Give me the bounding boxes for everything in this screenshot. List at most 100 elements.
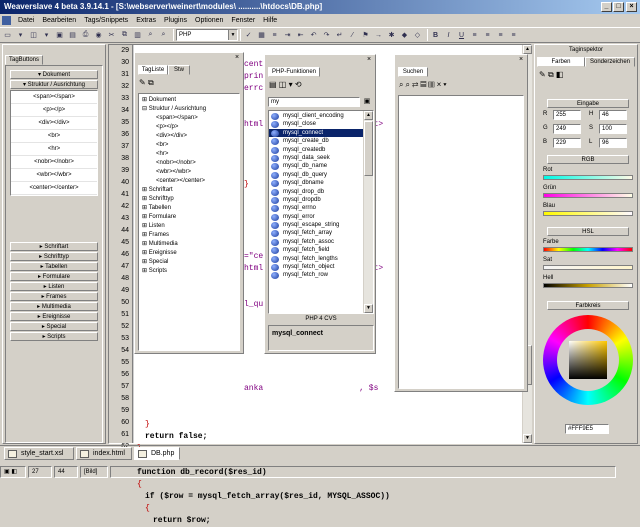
r-input[interactable]: 255 [553,110,581,120]
indent-icon[interactable]: ⇥ [282,30,293,41]
section-schrifttyp[interactable]: ▸ Schrifttyp [10,252,98,261]
align-right-icon[interactable]: ≡ [495,30,506,41]
options-icon[interactable]: ▾ [289,80,293,89]
h-input[interactable]: 46 [599,110,627,120]
copy-icon[interactable]: ⧉ [148,78,154,87]
tag-br-button[interactable]: <br> [11,130,97,143]
undo-icon[interactable]: ↶ [308,30,319,41]
hsl-header[interactable]: HSL [547,227,629,236]
tab-tagliste[interactable]: TagListe [138,65,168,75]
close-icon[interactable]: × [519,56,523,63]
rgb-header[interactable]: RGB [547,155,629,164]
bold-icon[interactable]: B [430,30,441,41]
function-list-item[interactable]: mysql_fetch_assoc [269,238,363,246]
tag-hr-button[interactable]: <hr> [11,143,97,156]
menu-fenster[interactable]: Fenster [227,17,259,24]
align-center-icon[interactable]: ≡ [482,30,493,41]
underline-icon[interactable]: U [456,30,467,41]
function-list-item[interactable]: mysql_fetch_field [269,246,363,255]
language-select[interactable]: PHP ▼ [176,29,238,41]
files-icon[interactable]: ▥ [428,80,436,89]
tag-center-button[interactable]: <center></center> [11,182,97,195]
section-listen[interactable]: ▸ Listen [10,282,98,291]
hue-slider[interactable] [543,247,633,252]
tag-nobr-button[interactable]: <nobr></nobr> [11,156,97,169]
wrap-icon[interactable]: ↵ [334,30,345,41]
tree-node[interactable]: <center></center> [142,177,236,186]
open-folder-icon[interactable]: ◫ [28,30,39,41]
tree-node[interactable]: <p></p> [142,123,236,132]
expand-icon[interactable]: ⊞ [142,223,149,229]
expand-icon[interactable]: ⊞ [142,97,149,103]
function-list-item[interactable]: mysql_drop_db [269,188,363,196]
tree-node[interactable]: ⊞ Multimedia [142,240,236,249]
edit-icon[interactable]: ✎ [139,78,146,87]
tree-node[interactable]: ⊞ Formulare [142,213,236,222]
scroll-up-icon[interactable]: ▲ [364,111,373,120]
scroll-thumb[interactable] [364,121,373,176]
search-results[interactable] [398,95,524,389]
list-icon[interactable]: ≡ [269,30,280,41]
function-list-item[interactable]: mysql_errno [269,204,363,213]
save-all-icon[interactable]: ▤ [67,30,78,41]
tree-node[interactable]: ⊞ Dokument [142,96,236,105]
section-formulare[interactable]: ▸ Formulare [10,272,98,281]
hell-slider[interactable] [543,283,633,288]
section-multimedia[interactable]: ▸ Multimedia [10,302,98,311]
dropdown-icon[interactable]: ▾ [443,80,448,89]
redo-icon[interactable]: ↷ [321,30,332,41]
b-input[interactable]: 229 [553,138,581,148]
chevron-down-icon[interactable]: ▼ [228,30,237,40]
function-list-item[interactable]: mysql_db_name [269,162,363,171]
validate-icon[interactable]: ✓ [243,30,254,41]
function-list-item[interactable]: mysql_client_encoding [269,112,363,120]
section-scripts[interactable]: ▸ Scripts [10,332,98,341]
menu-extras[interactable]: Extras [132,17,160,24]
italic-icon[interactable]: I [443,30,454,41]
find-icon[interactable]: ⌕ [145,30,156,41]
align-left-icon[interactable]: ≡ [469,30,480,41]
tree-node[interactable]: ⊞ Special [142,258,236,267]
tab-stw[interactable]: Stw [168,65,190,75]
expand-icon[interactable]: ⊟ [142,106,149,112]
paste-icon[interactable]: ▥ [132,30,143,41]
close-icon[interactable]: × [367,56,371,63]
menu-optionen[interactable]: Optionen [191,17,227,24]
function-list-item[interactable]: mysql_db_query [269,171,363,179]
function-list-item[interactable]: mysql_close [269,120,363,129]
expand-icon[interactable]: ⊞ [142,205,149,211]
function-list-item[interactable]: mysql_escape_string [269,221,363,230]
function-list[interactable]: mysql_client_encoding mysql_close mysql_co… [269,112,363,280]
comment-icon[interactable]: ⁄ [347,30,358,41]
tree-node[interactable]: ⊞ Frames [142,231,236,240]
s-input[interactable]: 100 [599,124,627,134]
eingabe-header[interactable]: Eingabe [547,99,629,108]
app-icon[interactable] [2,16,11,25]
gruen-slider[interactable] [543,193,633,198]
tree-node[interactable]: ⊟ Struktur / Ausrichtung [142,105,236,114]
color-wheel[interactable] [543,315,633,405]
dropdown-icon[interactable]: ▾ [41,30,52,41]
function-list-item[interactable]: mysql_data_seek [269,154,363,162]
section-ereignisse[interactable]: ▸ Ereignisse [10,312,98,321]
rot-slider[interactable] [543,175,633,180]
preview-icon[interactable]: ◉ [93,30,104,41]
color-square[interactable] [569,341,607,379]
menu-hilfe[interactable]: Hilfe [259,17,281,24]
expand-icon[interactable]: ⊞ [142,259,149,265]
function-list-item[interactable]: mysql_fetch_array [269,229,363,238]
section-struktur[interactable]: ▾ Struktur / Ausrichtung [10,80,98,89]
function-list-item[interactable]: mysql_fetch_object [269,263,363,272]
l-input[interactable]: 96 [599,138,627,148]
tree-node[interactable]: ⊞ Tabellen [142,204,236,213]
tools-icon[interactable]: ✱ [386,30,397,41]
copy-icon[interactable]: ⧉ [119,30,130,41]
macro-icon[interactable]: ◆ [399,30,410,41]
expand-icon[interactable]: ⊞ [142,187,149,193]
doctab-style-start[interactable]: style_start.xsl [4,447,74,460]
bookmark-icon[interactable]: ⚑ [360,30,371,41]
function-list-scrollbar[interactable]: ▲ ▼ [363,111,373,313]
function-list-item[interactable]: mysql_dbname [269,179,363,188]
section-special[interactable]: ▸ Special [10,322,98,331]
sat-slider[interactable] [543,265,633,270]
